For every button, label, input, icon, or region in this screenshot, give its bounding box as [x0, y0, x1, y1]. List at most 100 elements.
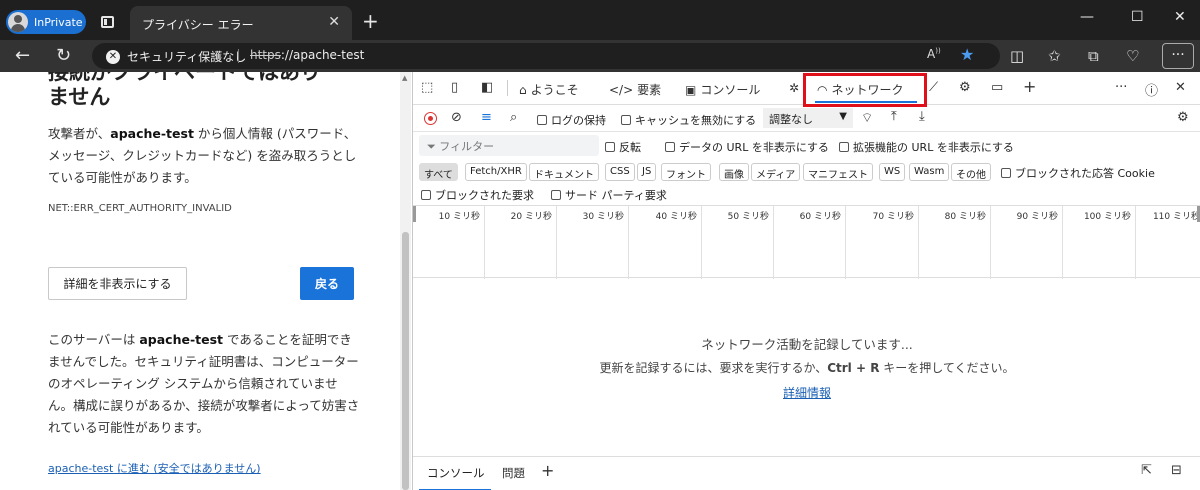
- divider: [507, 80, 508, 96]
- hide-extension-urls-checkbox[interactable]: 拡張機能の URL を非表示にする: [839, 139, 1014, 155]
- add-tool-icon[interactable]: +: [1023, 77, 1036, 96]
- network-toolbar: ⊘ ≡ ⌕ ログの保持 キャッシュを無効にする 調整なし ▼ ⌔ ⤒ ⤓ ⚙: [413, 105, 1200, 132]
- browser-tab[interactable]: プライバシー エラー ✕: [130, 6, 352, 40]
- cpu-icon[interactable]: ⚙: [959, 80, 971, 95]
- inspect-element-icon[interactable]: ⬚: [421, 80, 433, 95]
- tab-elements[interactable]: </> 要素: [609, 81, 661, 98]
- close-tab-icon[interactable]: ✕: [328, 14, 340, 30]
- help-icon[interactable]: ⓘ: [1145, 80, 1158, 99]
- new-tab-icon[interactable]: +: [362, 9, 379, 33]
- proceed-unsafe-link[interactable]: apache-test に進む (安全ではありません): [48, 460, 261, 476]
- third-party-requests-checkbox[interactable]: サード パーティ要求: [551, 187, 667, 203]
- favorite-star-icon[interactable]: ★: [960, 45, 974, 64]
- tick-label: 50 ミリ秒: [727, 212, 769, 222]
- tick-label: 90 ミリ秒: [1016, 212, 1058, 222]
- devtools-panel: ⬚ ▯ ◧ ⌂ ようこそ </> 要素 ▣ コンソール ✲ ◠ ネットワーク ⟋ ⚙ ▭…: [412, 72, 1200, 490]
- tab-actions-icon[interactable]: [101, 16, 114, 28]
- network-settings-gear-icon[interactable]: ⚙: [1177, 110, 1189, 125]
- favorites-icon[interactable]: ✩: [1048, 47, 1061, 65]
- read-aloud-icon[interactable]: A)): [927, 47, 941, 61]
- hide-details-button[interactable]: 詳細を非表示にする: [48, 267, 187, 300]
- url-text[interactable]: https://apache-test: [250, 48, 364, 62]
- collections-icon[interactable]: ⧉: [1088, 47, 1099, 65]
- drawer-tab-issues[interactable]: 問題: [502, 465, 525, 481]
- split-screen-icon[interactable]: ◫: [1010, 47, 1024, 65]
- invert-checkbox[interactable]: 反転: [605, 139, 641, 155]
- filter-toggle-icon[interactable]: ≡: [481, 110, 492, 125]
- close-devtools-icon[interactable]: ✕: [1175, 80, 1186, 95]
- recording-hint-text: 更新を記録するには、要求を実行するか、Ctrl + R キーを押してください。: [413, 359, 1200, 376]
- type-filter-other[interactable]: その他: [951, 163, 991, 181]
- timeline-tick: 80 ミリ秒: [919, 206, 991, 279]
- back-to-safety-button[interactable]: 戻る: [300, 267, 354, 300]
- preserve-log-checkbox[interactable]: ログの保持: [537, 112, 606, 128]
- refresh-icon[interactable]: ↻: [56, 45, 71, 66]
- page-title-line2: ません: [48, 85, 111, 109]
- maximize-icon[interactable]: ☐: [1131, 9, 1144, 25]
- throttling-select[interactable]: 調整なし ▼: [763, 108, 853, 128]
- type-filter-manifest[interactable]: マニフェスト: [803, 163, 873, 181]
- device-emulation-icon[interactable]: ▯: [451, 80, 458, 95]
- settings-more-button[interactable]: ···: [1162, 43, 1194, 69]
- search-icon[interactable]: ⌕: [510, 110, 517, 125]
- more-tools-icon[interactable]: ···: [1115, 80, 1127, 95]
- devtools-drawer: コンソール 問題 + ⇱ ⊟: [413, 456, 1200, 490]
- disable-cache-checkbox[interactable]: キャッシュを無効にする: [621, 112, 756, 128]
- address-bar[interactable]: ✕ セキュリティ保護なし https://apache-test A)) ★: [92, 43, 1000, 69]
- details-host: apache-test: [139, 332, 224, 347]
- page-scrollbar[interactable]: ▲: [400, 72, 411, 490]
- export-har-icon[interactable]: ⤓: [919, 109, 925, 124]
- type-filter-wasm[interactable]: Wasm: [909, 163, 950, 181]
- hide-data-urls-checkbox[interactable]: データの URL を非表示にする: [665, 139, 829, 155]
- clear-icon[interactable]: ⊘: [451, 110, 462, 125]
- type-filter-document[interactable]: ドキュメント: [529, 163, 599, 181]
- minimize-icon[interactable]: —: [1080, 9, 1094, 25]
- tab-elements-label: 要素: [637, 83, 662, 97]
- type-filter-font[interactable]: フォント: [661, 163, 711, 181]
- application-icon[interactable]: ▭: [991, 80, 1003, 95]
- bug-icon[interactable]: ✲: [789, 81, 799, 95]
- network-overview-timeline[interactable]: 10 ミリ秒 20 ミリ秒 30 ミリ秒 40 ミリ秒 50 ミリ秒 60 ミリ…: [413, 205, 1200, 279]
- import-har-icon[interactable]: ⤒: [891, 109, 897, 124]
- scrollbar-thumb[interactable]: [402, 232, 409, 490]
- type-filter-fetch-xhr[interactable]: Fetch/XHR: [465, 163, 527, 181]
- close-drawer-icon[interactable]: ⊟: [1171, 463, 1182, 478]
- browser-essentials-icon[interactable]: ♡: [1126, 47, 1139, 65]
- type-filter-image[interactable]: 画像: [719, 163, 749, 181]
- warning-paragraph: 攻撃者が、apache-test から個人情報 (パスワード、メッセージ、クレジ…: [48, 123, 368, 189]
- blocked-requests-checkbox[interactable]: ブロックされた要求: [421, 187, 534, 203]
- devtools-tab-bar: ⬚ ▯ ◧ ⌂ ようこそ </> 要素 ▣ コンソール ✲ ◠ ネットワーク ⟋ ⚙ ▭…: [413, 72, 1200, 107]
- tick-label: 80 ミリ秒: [944, 212, 986, 222]
- type-filter-js[interactable]: JS: [637, 163, 657, 181]
- performance-icon[interactable]: ⟋: [929, 80, 938, 95]
- checkbox-icon: [605, 142, 615, 152]
- inprivate-profile-button[interactable]: InPrivate: [6, 10, 86, 34]
- back-arrow-icon[interactable]: ←: [15, 45, 30, 66]
- close-window-icon[interactable]: ✕: [1174, 9, 1186, 25]
- type-filter-all[interactable]: すべて: [419, 163, 458, 181]
- tab-welcome[interactable]: ⌂ ようこそ: [519, 81, 579, 98]
- dock-side-icon[interactable]: ◧: [481, 80, 493, 95]
- learn-more-link[interactable]: 詳細情報: [413, 384, 1200, 401]
- type-filter-css[interactable]: CSS: [605, 163, 635, 181]
- scroll-up-icon[interactable]: ▲: [402, 74, 407, 82]
- hide-extension-urls-label: 拡張機能の URL を非表示にする: [853, 141, 1014, 154]
- drawer-tab-console[interactable]: コンソール: [427, 465, 485, 481]
- tab-console[interactable]: ▣ コンソール: [685, 81, 760, 98]
- url-scheme: https: [250, 48, 281, 62]
- type-filter-ws[interactable]: WS: [879, 163, 906, 181]
- blocked-response-cookies-label: ブロックされた応答 Cookie: [1015, 167, 1155, 180]
- dock-drawer-icon[interactable]: ⇱: [1141, 463, 1152, 478]
- timeline-tick: 90 ミリ秒: [991, 206, 1063, 279]
- network-conditions-icon[interactable]: ⌔: [861, 110, 873, 126]
- hide-data-urls-label: データの URL を非表示にする: [679, 141, 829, 154]
- security-indicator[interactable]: ✕ セキュリティ保護なし: [106, 48, 246, 65]
- filter-input[interactable]: ⏷ フィルター: [419, 135, 599, 156]
- add-drawer-tab-icon[interactable]: +: [541, 461, 554, 480]
- resource-type-filters: すべて Fetch/XHR ドキュメント CSS JS フォント 画像 メディア…: [413, 161, 1200, 183]
- blocked-response-cookies-checkbox[interactable]: ブロックされた応答 Cookie: [1001, 165, 1155, 181]
- record-icon[interactable]: [424, 112, 437, 125]
- type-filter-media[interactable]: メディア: [751, 163, 801, 181]
- tick-label: 20 ミリ秒: [510, 212, 552, 222]
- checkbox-icon: [537, 115, 547, 125]
